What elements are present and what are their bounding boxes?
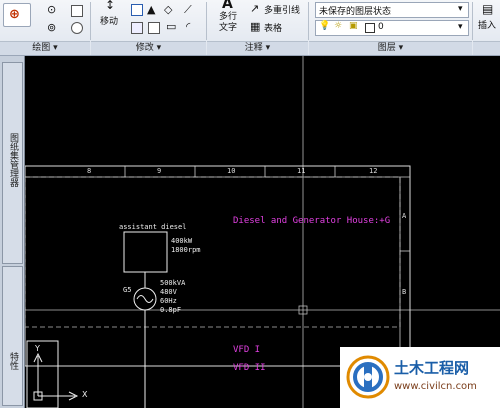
insert-icon[interactable]: ▤: [482, 2, 493, 16]
ucs-x-label: X: [82, 390, 88, 399]
arc-tool-icon[interactable]: ⊚: [47, 21, 56, 34]
mirror-icon[interactable]: ▲: [147, 3, 155, 16]
properties-label: 特性: [8, 352, 18, 370]
panel-modify-label: 修改: [135, 43, 154, 53]
sun-icon: ☼: [334, 21, 343, 31]
rectangle-tool-icon[interactable]: [71, 5, 83, 17]
ellipse-tool-icon[interactable]: [71, 22, 83, 34]
generator-spec: 500kVA: [160, 279, 186, 287]
table-icon[interactable]: ▦: [250, 20, 260, 33]
lock-icon: ▣: [349, 21, 358, 31]
generator-spec: 0.8pF: [160, 306, 182, 314]
separator: [90, 2, 91, 40]
diesel-spec: 1800rpm: [171, 246, 201, 254]
watermark-logo-icon: [346, 355, 390, 399]
color-swatch-icon: [365, 23, 375, 33]
stretch-icon[interactable]: [131, 22, 143, 34]
frame-outer: [25, 165, 411, 367]
ruler-number: 8: [87, 167, 92, 175]
table-button[interactable]: 表格: [264, 21, 282, 34]
separator: [308, 2, 309, 40]
separator: [206, 2, 207, 40]
layer-current-value: 0: [378, 22, 384, 32]
move-icon[interactable]: ↕: [105, 0, 115, 12]
ruler-number: 10: [227, 167, 236, 175]
panel-annotation-label: 注释: [244, 43, 263, 53]
palette-bar: 图纸集管理器 特性: [0, 56, 25, 408]
generator-label: G5: [123, 286, 132, 294]
generator-spec: 480V: [160, 288, 177, 296]
layer-dropdown[interactable]: 💡 ☼ ▣ 0 ▾: [315, 20, 469, 36]
lightbulb-icon: 💡: [319, 21, 331, 31]
panel-draw-label: 绘图: [32, 43, 51, 53]
watermark-url: www.civilcn.com: [394, 381, 477, 392]
sheet-set-manager-tab[interactable]: 图纸集管理器: [2, 62, 23, 264]
ruler-number: 9: [157, 167, 162, 175]
properties-tab[interactable]: 特性: [2, 266, 23, 406]
text-icon[interactable]: A: [222, 0, 233, 12]
frame-inner-dashed: [25, 176, 401, 328]
array-icon[interactable]: ▭: [166, 20, 176, 33]
panel-draw[interactable]: 绘图 ▾: [0, 41, 90, 55]
diesel-spec: 400kW: [171, 237, 193, 245]
trim-icon[interactable]: ⟋: [184, 3, 192, 17]
vfd-label: VFD II: [233, 363, 266, 373]
insert-button[interactable]: 插入: [478, 18, 496, 31]
ribbon: ⊕ ⊙ ⊚ ↕ 移动 ▲ ◇ ▭ ⟋ ◜ A 多行 文字 ↗ 多重引线 ▦ 表格…: [0, 0, 500, 56]
scale-icon[interactable]: [148, 22, 160, 34]
move-button-label[interactable]: 移动: [100, 14, 118, 27]
ruler-number: 12: [369, 167, 378, 175]
drawing-title-text: Diesel and Generator House:+G: [233, 216, 391, 226]
panel-layers-label: 图层: [377, 43, 396, 53]
app-menu-button[interactable]: ⊕: [3, 3, 31, 27]
ruler-number: 11: [297, 167, 306, 175]
row-label: A: [402, 212, 407, 220]
chevron-down-icon: ▾: [458, 4, 463, 14]
mleader-button[interactable]: 多重引线: [264, 3, 300, 16]
ucs-y-label: Y: [35, 344, 40, 353]
mleader-icon[interactable]: ↗: [250, 2, 259, 15]
new-icon: ⊕: [9, 7, 20, 22]
generator-spec: 60Hz: [160, 297, 177, 305]
diesel-box-label: assistant diesel: [119, 223, 187, 231]
generator-wave: [136, 295, 154, 303]
panel-modify[interactable]: 修改 ▾: [91, 41, 206, 55]
copy-icon[interactable]: [131, 4, 143, 16]
row-label: B: [402, 288, 407, 296]
layer-state-value: 未保存的图层状态: [319, 7, 392, 17]
panel-annotation[interactable]: 注释 ▾: [207, 41, 308, 55]
panel-block[interactable]: [473, 41, 500, 55]
separator: [472, 2, 473, 40]
circle-tool-icon[interactable]: ⊙: [47, 3, 56, 16]
layer-state-dropdown[interactable]: 未保存的图层状态 ▾: [315, 2, 469, 18]
fillet-icon[interactable]: ◜: [186, 20, 190, 33]
watermark-title: 土木工程网: [394, 359, 470, 377]
offset-icon[interactable]: ◇: [164, 3, 172, 16]
diesel-box: [123, 231, 168, 273]
vfd-label: VFD I: [233, 345, 261, 355]
multiline-text-button[interactable]: 多行 文字: [219, 12, 237, 34]
panel-layers[interactable]: 图层 ▾: [309, 41, 472, 55]
watermark: 土木工程网 www.civilcn.com: [340, 347, 500, 408]
sheet-set-manager-label: 图纸集管理器: [8, 133, 18, 187]
chevron-down-icon: ▾: [458, 22, 463, 32]
